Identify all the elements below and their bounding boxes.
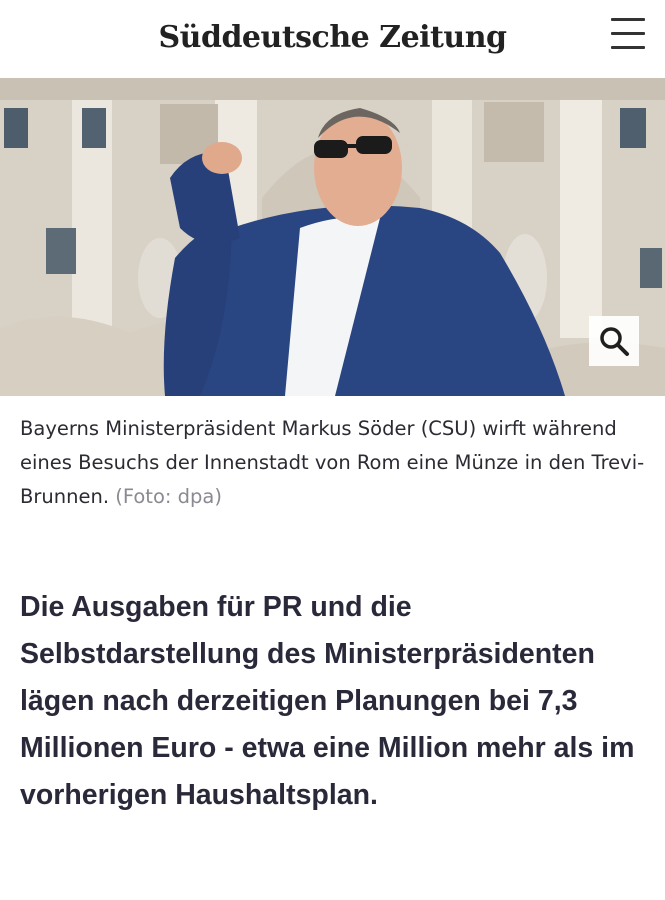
zoom-button[interactable] (589, 316, 639, 366)
article-photo[interactable] (0, 78, 665, 396)
site-logo[interactable]: Süddeutsche Zeitung (0, 20, 665, 55)
menu-bar (611, 18, 645, 21)
photo-illustration (0, 78, 665, 396)
article-lead: Die Ausgaben für PR und die Selbstdarste… (20, 591, 635, 811)
caption-text: Bayerns Ministerpräsident Markus Söder (… (20, 417, 645, 508)
menu-button[interactable] (611, 18, 645, 50)
site-header: Süddeutsche Zeitung (0, 0, 665, 78)
menu-bar (611, 32, 645, 35)
photo-caption: Bayerns Ministerpräsident Markus Söder (… (0, 396, 665, 532)
photo-credit: (Foto: dpa) (115, 485, 222, 508)
magnifier-icon (600, 327, 629, 356)
menu-bar (611, 46, 645, 49)
